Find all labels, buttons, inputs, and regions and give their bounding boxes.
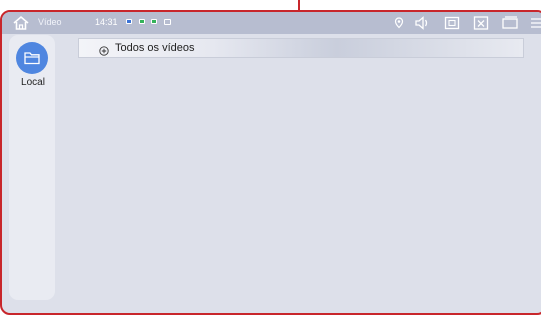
close-window-icon[interactable]	[472, 14, 490, 32]
frame-connector	[298, 0, 300, 10]
status-bar: Vídeo 14:31	[2, 12, 541, 34]
notification-green-icon	[151, 19, 157, 24]
all-videos-label: Todos os vídeos	[115, 42, 195, 54]
menu-icon[interactable]	[529, 14, 541, 32]
volume-icon[interactable]	[413, 14, 431, 32]
home-icon[interactable]	[12, 14, 30, 32]
location-icon	[390, 14, 408, 32]
app-title: Vídeo	[38, 17, 62, 27]
status-time: 14:31	[95, 17, 118, 27]
sidebar	[9, 35, 55, 300]
notification-blue-icon	[126, 19, 132, 24]
notification-outline-icon	[164, 19, 171, 25]
window-icon[interactable]	[501, 14, 519, 32]
plus-circle-icon	[99, 43, 109, 56]
screenshot-icon[interactable]	[443, 14, 461, 32]
notification-green-icon	[139, 19, 145, 24]
folder-icon	[24, 52, 40, 65]
all-videos-header[interactable]: Todos os vídeos	[78, 38, 524, 58]
sidebar-item-label: Local	[21, 77, 45, 88]
sidebar-item-local[interactable]	[16, 42, 48, 74]
